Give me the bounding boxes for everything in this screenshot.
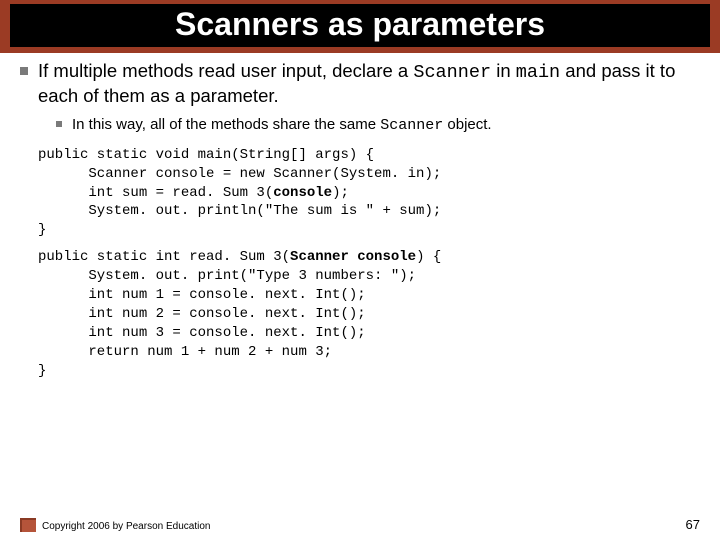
sub-text: In this way, all of the methods share th…	[72, 115, 492, 136]
code-block-readsum: public static int read. Sum 3(Scanner co…	[38, 248, 700, 380]
slide-content: If multiple methods read user input, dec…	[0, 53, 720, 380]
code-frag: main	[516, 62, 560, 83]
title-inner: Scanners as parameters	[10, 4, 710, 47]
code-frag: Scanner	[380, 117, 443, 134]
code-frag: Scanner	[413, 62, 491, 83]
footer: Copyright 2006 by Pearson Education 67	[20, 517, 700, 532]
square-bullet-icon	[56, 121, 62, 127]
text-frag: object.	[443, 116, 491, 133]
square-bullet-icon	[20, 67, 28, 75]
page-number: 67	[686, 517, 700, 532]
footer-left: Copyright 2006 by Pearson Education	[20, 518, 210, 532]
text-frag: In this way, all of the methods share th…	[72, 116, 380, 133]
code-block-main: public static void main(String[] args) {…	[38, 146, 700, 240]
brick-icon	[20, 518, 36, 532]
copyright-text: Copyright 2006 by Pearson Education	[42, 521, 210, 532]
text-frag: If multiple methods read user input, dec…	[38, 60, 413, 81]
text-frag: in	[491, 60, 516, 81]
slide-title: Scanners as parameters	[10, 6, 710, 43]
bullet-level2: In this way, all of the methods share th…	[56, 115, 700, 136]
bullet1-text: If multiple methods read user input, dec…	[38, 59, 700, 107]
title-band: Scanners as parameters	[0, 0, 720, 53]
bullet-level1: If multiple methods read user input, dec…	[20, 59, 700, 107]
